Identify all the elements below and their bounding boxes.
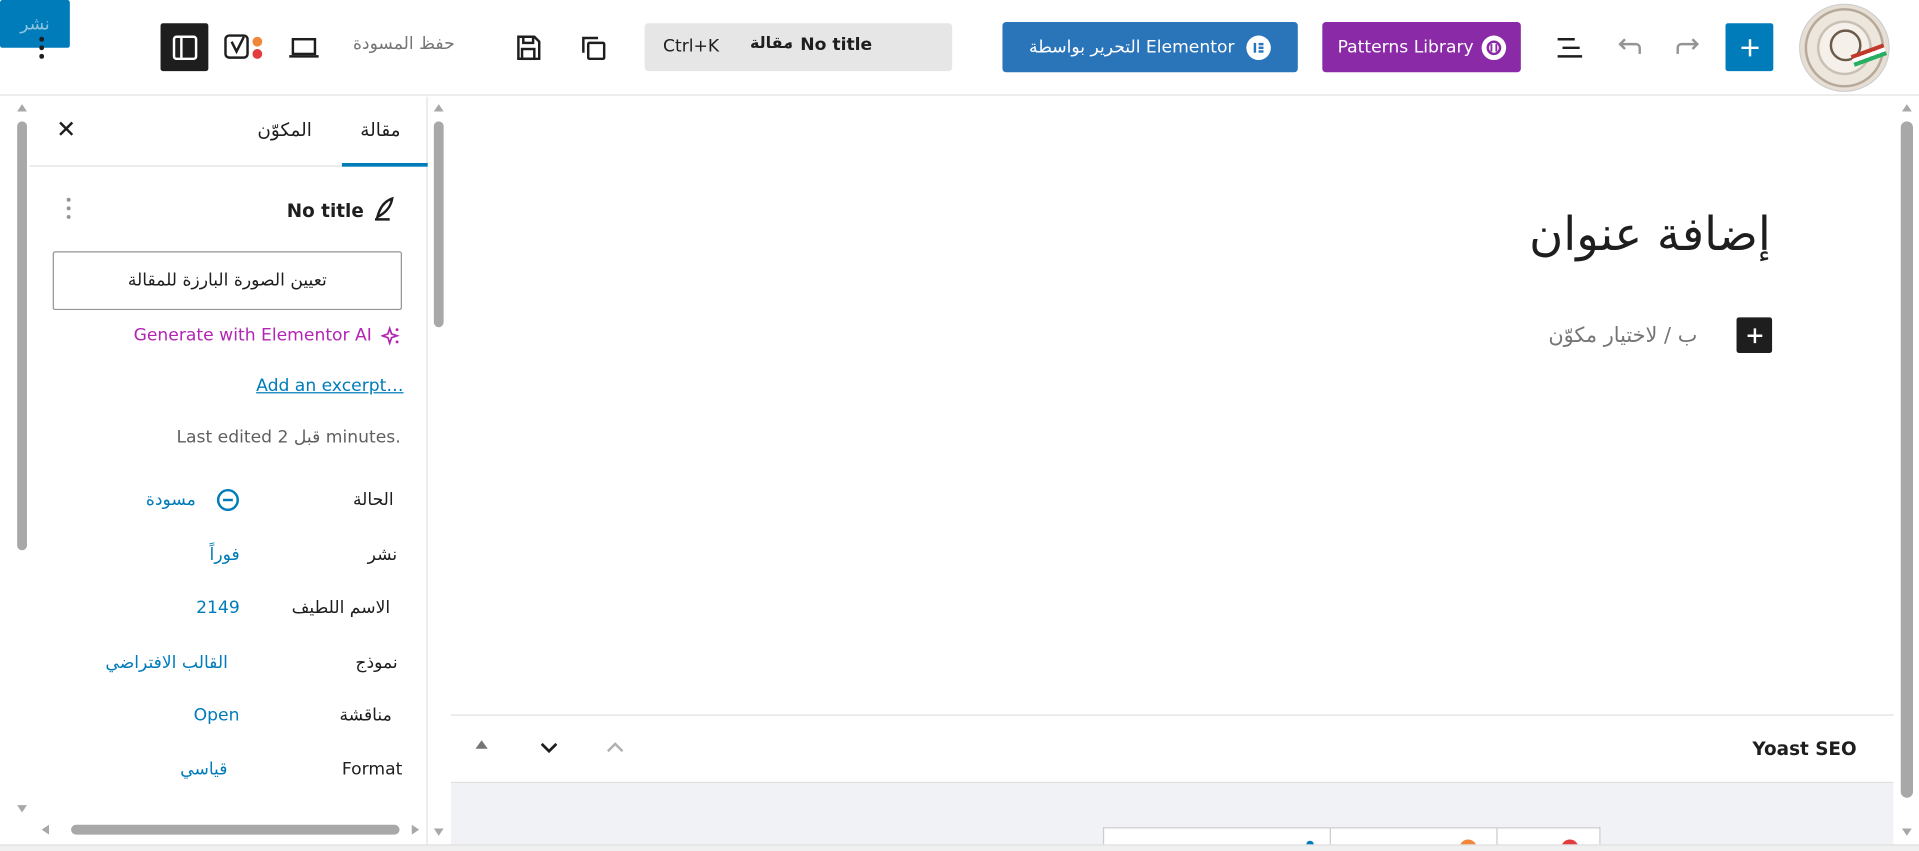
page-scrollbar[interactable]: [1895, 97, 1919, 845]
bottom-edge: [0, 844, 1919, 851]
shortcut-label: Ctrl+K: [662, 36, 720, 57]
draft-status-icon: [216, 488, 239, 512]
format-label: Format: [341, 759, 403, 780]
list-view-icon: [1557, 37, 1583, 58]
tab-block[interactable]: المكوّن: [257, 119, 311, 141]
format-value[interactable]: قياسي: [180, 760, 227, 780]
post-card-options-button[interactable]: [66, 197, 78, 222]
sidebar-tabs: مقالة المكوّن: [29, 97, 428, 167]
chevron-up-icon: [606, 742, 624, 753]
elementor-logo-icon: [1246, 34, 1272, 60]
laptop-preview-icon: [289, 37, 319, 58]
redo-icon: [1676, 38, 1700, 54]
metabox-title: Yoast SEO: [1752, 737, 1857, 760]
add-block-button[interactable]: [1725, 23, 1774, 72]
generate-with-ai-link[interactable]: Generate with Elementor AI: [134, 326, 372, 346]
close-icon: [59, 121, 74, 136]
settings-toggle-button[interactable]: [160, 23, 209, 72]
sparkle-icon: [379, 325, 401, 346]
yoast-button[interactable]: [223, 29, 265, 66]
publish-value[interactable]: فوراً: [210, 545, 240, 565]
editor-header: نشر حفظ المسودة Ctrl+K No title · مقالة …: [0, 0, 1919, 96]
elementor-button-label: التحرير بواسطة Elementor: [1028, 37, 1235, 57]
publish-label: نشر: [367, 545, 398, 565]
plus-icon: [1740, 38, 1758, 56]
move-panel-up-button[interactable]: [603, 735, 628, 760]
tab-post[interactable]: مقالة: [360, 119, 400, 141]
yoast-metabox-header: Yoast SEO: [450, 714, 1894, 784]
document-overview-button[interactable]: [1551, 29, 1588, 66]
toggle-panel-button[interactable]: [537, 735, 562, 760]
post-card-title: No title: [286, 199, 364, 222]
template-value[interactable]: القالب الافتراضي: [105, 653, 227, 673]
sidebar-hscroll-thumb[interactable]: [71, 824, 400, 835]
template-label: نموذج: [355, 653, 398, 673]
patterns-library-button[interactable]: Patterns Library: [1322, 22, 1521, 73]
preview-button[interactable]: [286, 29, 323, 66]
copy-button[interactable]: [575, 29, 612, 66]
options-button[interactable]: [29, 29, 54, 66]
status-value[interactable]: مسودة: [146, 490, 196, 510]
command-palette-button[interactable]: Ctrl+K No title · مقالة: [644, 23, 953, 72]
sidebar-toggle-icon: [172, 34, 197, 60]
save-button[interactable]: [510, 29, 547, 66]
inline-add-block-button[interactable]: [1736, 317, 1773, 353]
undo-icon: [1618, 38, 1641, 54]
sidebar-vertical-scrollbar[interactable]: [10, 97, 30, 820]
status-label: الحالة: [352, 490, 394, 510]
canvas-scrollbar[interactable]: [430, 97, 450, 845]
slug-value[interactable]: 2149: [196, 598, 240, 618]
plus-icon: [1746, 327, 1762, 343]
add-excerpt-link[interactable]: Add an excerpt…: [256, 376, 403, 396]
chevron-down-icon: [540, 742, 558, 754]
site-logo[interactable]: [1799, 3, 1890, 92]
yoast-icon: [224, 34, 263, 59]
yoast-metabox-body: [450, 783, 1894, 851]
command-post-type: مقالة: [750, 34, 793, 53]
edit-with-elementor-button[interactable]: التحرير بواسطة Elementor: [1002, 22, 1298, 73]
undo-button[interactable]: [1610, 29, 1647, 66]
last-edited-text: Last edited قبل 2 minutes.: [176, 427, 401, 448]
sidebar-horizontal-scrollbar[interactable]: [34, 820, 426, 840]
slug-label: الاسم اللطيف: [291, 598, 391, 618]
post-feather-icon: [370, 195, 397, 222]
patterns-logo-icon: [1481, 34, 1506, 60]
copy-icon: [582, 36, 606, 61]
more-vertical-icon: [66, 197, 71, 219]
active-tab-indicator: [341, 162, 428, 167]
discussion-value[interactable]: Open: [194, 706, 240, 726]
post-title-input[interactable]: إضافة عنوان: [1529, 207, 1771, 261]
editor-canvas: إضافة عنوان ب / لاختيار مكوّن: [450, 96, 1894, 715]
set-featured-image-button[interactable]: تعيين الصورة البارزة للمقالة: [52, 251, 402, 311]
default-block-appender[interactable]: ب / لاختيار مكوّن: [1548, 324, 1697, 349]
save-draft-button[interactable]: حفظ المسودة: [353, 34, 455, 54]
close-sidebar-button[interactable]: [54, 116, 79, 141]
sidebar-scroll-thumb[interactable]: [17, 121, 27, 551]
patterns-button-label: Patterns Library: [1337, 37, 1474, 57]
discussion-label: مناقشة: [339, 705, 392, 726]
command-title: No title: [800, 35, 873, 56]
save-icon: [517, 35, 541, 61]
more-vertical-icon: [39, 36, 45, 59]
settings-sidebar: مقالة المكوّن No title تعيين الصورة البا…: [4, 96, 428, 851]
canvas-scroll-thumb[interactable]: [433, 121, 444, 328]
page-scroll-thumb[interactable]: [1900, 121, 1914, 798]
move-up-button[interactable]: [475, 740, 488, 749]
redo-button[interactable]: [1670, 29, 1707, 66]
